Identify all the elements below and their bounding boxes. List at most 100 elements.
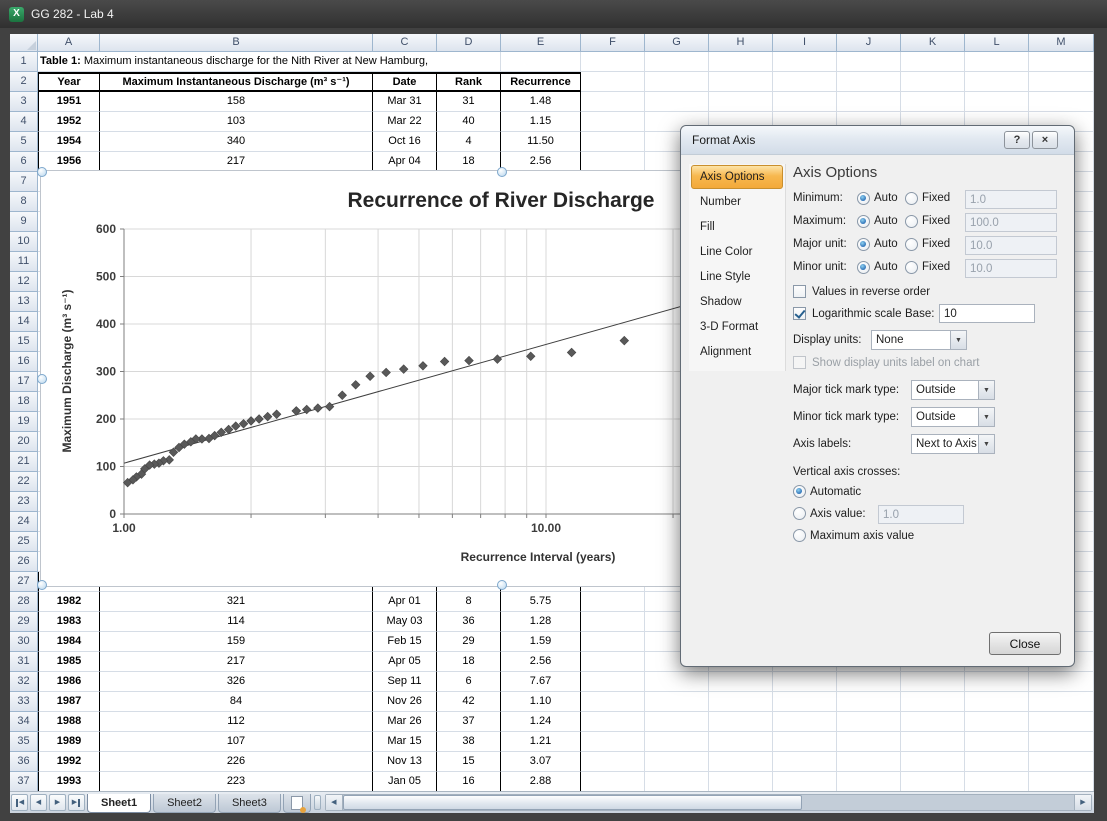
data-point[interactable] [366,372,375,381]
row-header-34[interactable]: 34 [10,712,38,732]
row-header-16[interactable]: 16 [10,352,38,372]
display-units-dropdown-button[interactable]: ▼ [950,331,966,349]
cell-A3[interactable]: 1951 [38,92,100,112]
cell-J33[interactable] [837,692,901,712]
cell-J3[interactable] [837,92,901,112]
row-header-32[interactable]: 32 [10,672,38,692]
row-header-27[interactable]: 27 [10,572,38,592]
cell-I2[interactable] [773,72,837,92]
cell-D29[interactable]: 36 [437,612,501,632]
row-header-28[interactable]: 28 [10,592,38,612]
cell-A37[interactable]: 1993 [38,772,100,792]
cell-C32[interactable]: Sep 11 [373,672,437,692]
cell-C30[interactable]: Feb 15 [373,632,437,652]
cell-F28[interactable] [581,592,645,612]
row-header-29[interactable]: 29 [10,612,38,632]
cell-I36[interactable] [773,752,837,772]
cell-A2[interactable]: Year [38,72,100,92]
cell-B28[interactable]: 321 [100,592,373,612]
cell-C28[interactable]: Apr 01 [373,592,437,612]
cell-D2[interactable]: Rank [437,72,501,92]
cell-B30[interactable]: 159 [100,632,373,652]
cell-F1[interactable] [581,52,645,72]
dialog-titlebar[interactable]: Format Axis ? × [681,126,1074,155]
dialog-help-button[interactable]: ? [1004,131,1030,149]
data-point[interactable] [382,368,391,377]
cell-E37[interactable]: 2.88 [501,772,581,792]
cell-K35[interactable] [901,732,965,752]
cell-J35[interactable] [837,732,901,752]
row-header-5[interactable]: 5 [10,132,38,152]
minor-tick-dropdown[interactable]: Outside ▼ [911,407,995,427]
chart-selection-handle[interactable] [497,580,507,590]
crosses-automatic-radio[interactable] [793,485,806,498]
cell-B2[interactable]: Maximum Instantaneous Discharge (m³ s⁻¹) [100,72,373,92]
cell-F4[interactable] [581,112,645,132]
cell-M33[interactable] [1029,692,1094,712]
cell-L32[interactable] [965,672,1029,692]
cell-D4[interactable]: 40 [437,112,501,132]
horizontal-scrollbar[interactable]: ◀ ▶ [325,794,1092,811]
y-tick-label[interactable]: 0 [109,507,116,521]
data-point[interactable] [440,357,449,366]
tab-scroll-first-button[interactable]: ◀ [11,794,28,811]
column-header-J[interactable]: J [837,34,901,52]
cell-G2[interactable] [645,72,709,92]
cell-B3[interactable]: 158 [100,92,373,112]
row-header-10[interactable]: 10 [10,232,38,252]
row-header-13[interactable]: 13 [10,292,38,312]
cell-G37[interactable] [645,772,709,792]
nav-line-color[interactable]: Line Color [691,240,783,264]
cell-C3[interactable]: Mar 31 [373,92,437,112]
data-point[interactable] [351,381,360,390]
cell-D32[interactable]: 6 [437,672,501,692]
cell-M32[interactable] [1029,672,1094,692]
column-header-F[interactable]: F [581,34,645,52]
cell-H35[interactable] [709,732,773,752]
cell-L3[interactable] [965,92,1029,112]
y-tick-label[interactable]: 600 [96,222,116,236]
row-header-7[interactable]: 7 [10,172,38,192]
dialog-close-button[interactable]: × [1032,131,1058,149]
cell-D35[interactable]: 38 [437,732,501,752]
row-header-21[interactable]: 21 [10,452,38,472]
cell-C29[interactable]: May 03 [373,612,437,632]
cell-F3[interactable] [581,92,645,112]
values-reverse-checkbox[interactable] [793,285,806,298]
tab-scroll-prev-button[interactable]: ◀ [30,794,47,811]
cell-M34[interactable] [1029,712,1094,732]
row-header-15[interactable]: 15 [10,332,38,352]
cell-C37[interactable]: Jan 05 [373,772,437,792]
cell-E36[interactable]: 3.07 [501,752,581,772]
data-point[interactable] [419,362,428,371]
cell-B29[interactable]: 114 [100,612,373,632]
cell-G33[interactable] [645,692,709,712]
cell-A32[interactable]: 1986 [38,672,100,692]
cell-F37[interactable] [581,772,645,792]
row-header-20[interactable]: 20 [10,432,38,452]
cell-H33[interactable] [709,692,773,712]
cell-C35[interactable]: Mar 15 [373,732,437,752]
column-header-K[interactable]: K [901,34,965,52]
cell-F29[interactable] [581,612,645,632]
minimum-auto-radio[interactable] [857,192,870,205]
cell-B37[interactable]: 223 [100,772,373,792]
cell-G1[interactable] [645,52,709,72]
minor-tick-dropdown-button[interactable]: ▼ [978,408,994,426]
cell-E5[interactable]: 11.50 [501,132,581,152]
cell-H36[interactable] [709,752,773,772]
cell-K36[interactable] [901,752,965,772]
data-point[interactable] [620,336,629,345]
cell-C36[interactable]: Nov 13 [373,752,437,772]
minor-unit-fixed-radio[interactable] [905,261,918,274]
cell-M3[interactable] [1029,92,1094,112]
cell-H3[interactable] [709,92,773,112]
crosses-axis-value-radio[interactable] [793,507,806,520]
cell-I35[interactable] [773,732,837,752]
chart-selection-handle[interactable] [37,167,47,177]
cell-C2[interactable]: Date [373,72,437,92]
row-header-17[interactable]: 17 [10,372,38,392]
data-point[interactable] [314,404,323,413]
cell-G34[interactable] [645,712,709,732]
cell-D36[interactable]: 15 [437,752,501,772]
